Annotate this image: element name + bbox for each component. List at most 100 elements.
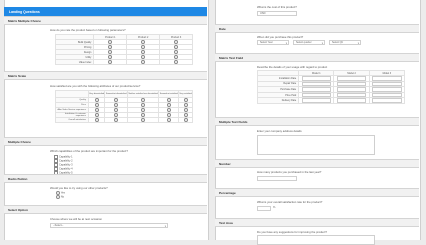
question-text: How satisfied are you with the following…: [50, 84, 141, 88]
radio-button[interactable]: [94, 98, 99, 102]
text-cell-input[interactable]: [336, 87, 367, 92]
text-cell-input[interactable]: [372, 76, 402, 81]
percentage-input[interactable]: [257, 206, 271, 211]
radio-button[interactable]: [166, 103, 171, 107]
option-label: No: [60, 195, 65, 199]
radio-button[interactable]: [174, 55, 179, 59]
radio-button[interactable]: [166, 98, 171, 102]
radio-button[interactable]: [141, 50, 146, 54]
radio-button[interactable]: [174, 40, 179, 44]
question-text: Choose where we will be at next occasion: [50, 217, 102, 221]
radio-button[interactable]: [94, 113, 99, 117]
text-cell-input[interactable]: [372, 98, 402, 103]
section-title: Radio Button: [8, 176, 28, 181]
radio-button[interactable]: [141, 45, 146, 49]
section-matrix-scale: Matrix Scale: [4, 71, 207, 80]
question-text: How many products you purchased in the l…: [257, 170, 322, 174]
radio-button[interactable]: [183, 113, 188, 117]
table-row: Delivery Date: [256, 97, 406, 104]
column-header: Very dissatisfied: [87, 90, 106, 98]
section-title: Matrix Text Field: [219, 55, 244, 60]
text-cell-input[interactable]: [301, 81, 331, 87]
radio-button[interactable]: [141, 55, 146, 59]
radio-button[interactable]: [174, 50, 179, 54]
question-text: What is your overall satisfaction rate f…: [257, 200, 323, 204]
section-number: Number: [215, 159, 419, 168]
question-text: How do you rate the product based on fol…: [50, 28, 126, 32]
quarter-select[interactable]: Select quarter ▾: [293, 40, 325, 45]
radio-button[interactable]: [183, 98, 188, 102]
section-date: Date: [215, 24, 419, 33]
matrix-choice-table: Product 1 Product 2 Product 3 Build Qualit…: [54, 34, 193, 65]
radio-button[interactable]: [141, 113, 146, 117]
qtr-select[interactable]: Select Qtr ▾: [329, 40, 361, 45]
text-cell-input[interactable]: [372, 81, 402, 87]
radio-button[interactable]: [183, 118, 188, 122]
column-header: Neither satisfied nor dissatisfied: [126, 90, 160, 98]
row-label: Overall satisfaction: [55, 117, 89, 123]
suggestions-textarea[interactable]: [257, 235, 375, 245]
radio-button[interactable]: [56, 195, 60, 199]
select-value: Select Qtr: [332, 41, 344, 45]
radio-button[interactable]: [108, 45, 113, 49]
question-text: What is the cost of this product?: [257, 5, 297, 9]
text-cell-input[interactable]: [301, 92, 331, 98]
table-row: Value Index: [54, 59, 193, 65]
radio-button[interactable]: [108, 55, 113, 59]
text-cell-input[interactable]: [301, 98, 331, 103]
radio-button[interactable]: [108, 40, 113, 44]
radio-button[interactable]: [183, 103, 188, 107]
text-cell-input[interactable]: [336, 92, 367, 98]
radio-button[interactable]: [108, 50, 113, 54]
radio-button[interactable]: [94, 103, 99, 107]
row-label: Delivery Date: [256, 97, 300, 104]
radio-button[interactable]: [141, 40, 146, 44]
occasion-select[interactable]: --Select-- ▾: [50, 223, 168, 228]
question-text: Describe the details of your usage with …: [257, 65, 328, 69]
radio-button[interactable]: [94, 108, 99, 112]
radio-button[interactable]: [174, 45, 179, 49]
text-cell-input[interactable]: [372, 92, 402, 98]
input-value: USD: [260, 12, 266, 16]
radio-button[interactable]: [183, 108, 188, 112]
form-banner-title: Landing Questions: [9, 9, 40, 14]
text-cell-input[interactable]: [336, 76, 367, 81]
text-cell-input[interactable]: [336, 98, 367, 103]
radio-button[interactable]: [166, 108, 171, 112]
question-text: When did you purchase this product?: [257, 35, 304, 39]
column-header: Very satisfied: [178, 90, 193, 98]
chevron-down-icon: ▾: [321, 41, 323, 45]
text-cell-input[interactable]: [301, 87, 331, 92]
text-cell-input[interactable]: [336, 81, 367, 87]
radio-button[interactable]: [94, 118, 99, 122]
radio-button[interactable]: [108, 60, 113, 64]
address-fields[interactable]: [257, 135, 375, 155]
radio-option-no[interactable]: No: [56, 195, 64, 199]
section-title: Multiple Choice: [8, 139, 31, 144]
text-cell-input[interactable]: [301, 76, 331, 81]
radio-button[interactable]: [141, 118, 146, 122]
section-title: Date: [219, 26, 226, 31]
radio-button[interactable]: [114, 103, 119, 107]
radio-button[interactable]: [114, 108, 119, 112]
radio-button[interactable]: [141, 103, 146, 107]
number-input[interactable]: [257, 176, 297, 181]
question-text: Enter your company address details: [257, 129, 302, 133]
question-text: Which capabilities of the product are im…: [50, 149, 128, 153]
radio-button[interactable]: [174, 60, 179, 64]
form-banner: Landing Questions: [4, 7, 207, 16]
question-text: Would you like to try using our other pr…: [50, 186, 108, 190]
chevron-down-icon: ▾: [357, 41, 359, 45]
radio-button[interactable]: [166, 118, 171, 122]
column-header: Somewhat satisfied: [158, 90, 180, 98]
year-select[interactable]: Select Year ▾: [257, 40, 289, 45]
radio-button[interactable]: [166, 113, 171, 117]
cost-input[interactable]: USD: [257, 11, 297, 16]
radio-button[interactable]: [114, 118, 119, 122]
radio-button[interactable]: [141, 108, 146, 112]
radio-button[interactable]: [114, 113, 119, 117]
radio-button[interactable]: [114, 98, 119, 102]
radio-button[interactable]: [141, 98, 146, 102]
radio-button[interactable]: [141, 60, 146, 64]
text-cell-input[interactable]: [372, 87, 402, 92]
